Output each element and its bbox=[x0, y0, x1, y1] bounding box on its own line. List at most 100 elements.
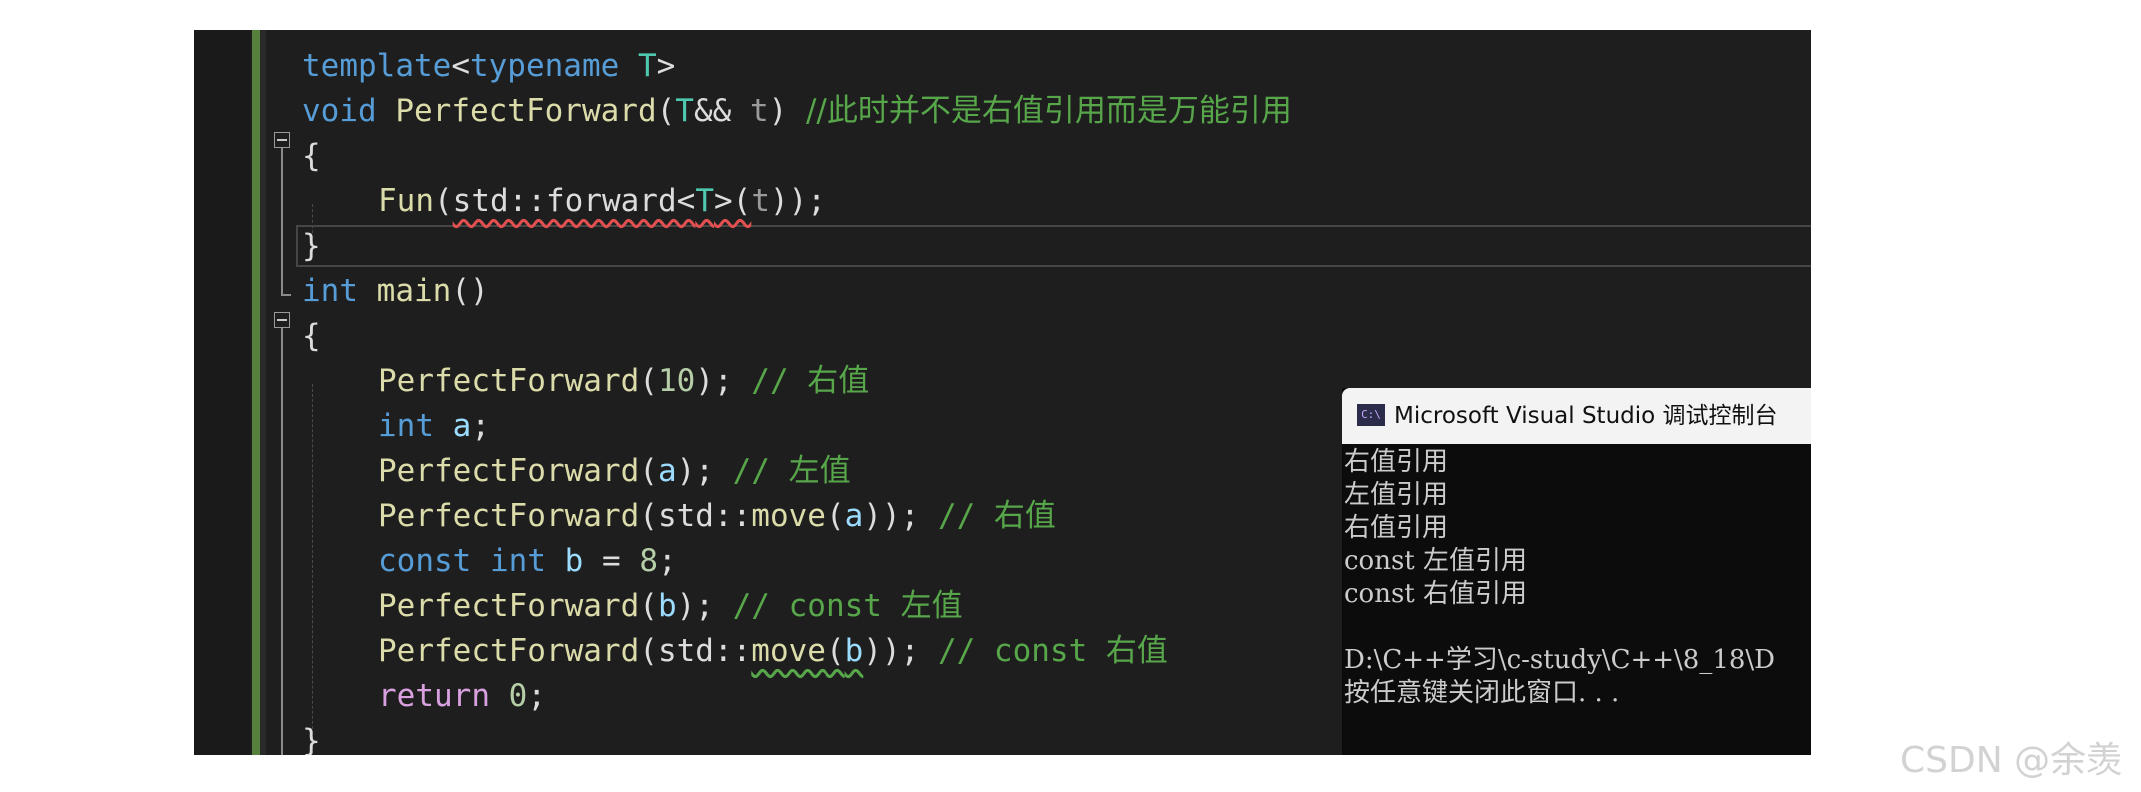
param-token: t bbox=[751, 183, 770, 219]
error-squiggle[interactable]: std::forward<T>( bbox=[453, 183, 752, 219]
comment-token: // 右值 bbox=[751, 363, 870, 399]
code-token: } bbox=[302, 723, 321, 755]
type-token: T bbox=[695, 183, 714, 219]
param-token: t bbox=[749, 93, 769, 129]
code-line-7: { bbox=[302, 314, 321, 359]
keyword-token: int bbox=[490, 543, 546, 579]
code-line-10: PerfectForward(a); // 左值 bbox=[378, 449, 851, 494]
code-line-8: PerfectForward(10); // 右值 bbox=[378, 359, 869, 404]
console-line: 右值引用 bbox=[1344, 513, 1449, 543]
code-token: ( bbox=[639, 363, 658, 399]
keyword-token: int bbox=[378, 408, 434, 444]
keyword-token: template bbox=[302, 48, 452, 84]
vs-console-icon: C:\ bbox=[1357, 404, 1385, 426]
comment-token: // 左值 bbox=[732, 453, 851, 489]
code-line-11: PerfectForward(std::move(a)); // 右值 bbox=[378, 494, 1056, 539]
console-line: D:\C++学习\c-study\C++\8_18\D bbox=[1344, 645, 1776, 675]
variable-token: b bbox=[657, 588, 677, 624]
code-token: ( bbox=[656, 93, 676, 129]
keyword-token: void bbox=[302, 93, 377, 129]
code-token: } bbox=[302, 228, 321, 264]
code-token: > bbox=[656, 48, 676, 84]
console-title: Microsoft Visual Studio 调试控制台 bbox=[1394, 403, 1778, 429]
change-tracking-bar bbox=[252, 30, 260, 755]
code-token: ( bbox=[825, 633, 845, 669]
code-line-6: int main() bbox=[302, 269, 489, 314]
function-token: PerfectForward bbox=[378, 588, 640, 624]
function-token: move bbox=[751, 498, 826, 534]
current-line-highlight bbox=[296, 225, 1811, 267]
code-token: )); bbox=[863, 498, 938, 534]
function-token: PerfectForward bbox=[378, 363, 640, 399]
code-token: () bbox=[451, 273, 489, 309]
code-line-2: void PerfectForward(T&& t) //此时并不是右值引用而是… bbox=[302, 89, 1292, 134]
console-line: const 左值引用 bbox=[1344, 546, 1528, 576]
code-line-4: Fun(std::forward<T>(t)); bbox=[378, 179, 826, 224]
code-token: )); bbox=[769, 183, 826, 219]
code-token: < bbox=[451, 48, 470, 84]
collapse-main-icon[interactable] bbox=[274, 312, 290, 328]
function-token: PerfectForward bbox=[378, 498, 640, 534]
code-token: ; bbox=[527, 678, 546, 714]
code-line-3: { bbox=[302, 134, 321, 179]
fold-guide-line bbox=[281, 148, 283, 296]
editor-gutter bbox=[194, 30, 250, 755]
console-line: 按任意键关闭此窗口. . . bbox=[1344, 678, 1620, 708]
function-token: main bbox=[376, 273, 452, 309]
code-line-14: PerfectForward(std::move(b)); // const 右… bbox=[378, 629, 1168, 674]
number-token: 8 bbox=[639, 543, 659, 579]
keyword-token: typename bbox=[469, 48, 620, 84]
console-output: 右值引用 左值引用 右值引用 const 左值引用 const 右值引用 D:\… bbox=[1344, 446, 1811, 710]
code-token: ); bbox=[676, 453, 733, 489]
debug-console-window[interactable]: C:\ Microsoft Visual Studio 调试控制台 右值引用 左… bbox=[1342, 388, 1811, 755]
code-token: (std:: bbox=[639, 633, 752, 669]
code-token: ; bbox=[658, 543, 677, 579]
variable-token: a bbox=[452, 408, 472, 444]
code-line-16: } bbox=[302, 719, 321, 755]
code-token: ) bbox=[768, 93, 806, 129]
comment-token: // 右值 bbox=[937, 498, 1056, 534]
keyword-token: const bbox=[378, 543, 472, 579]
gutter-separator bbox=[260, 30, 266, 755]
warning-squiggle[interactable]: move(b bbox=[751, 633, 863, 669]
code-token: )); bbox=[863, 633, 938, 669]
code-token: = bbox=[583, 543, 640, 579]
number-token: 0 bbox=[508, 678, 528, 714]
function-token: PerfectForward bbox=[378, 453, 640, 489]
code-line-12: const int b = 8; bbox=[378, 539, 677, 584]
variable-token: b bbox=[564, 543, 584, 579]
code-token: >( bbox=[713, 183, 752, 219]
console-titlebar[interactable]: C:\ Microsoft Visual Studio 调试控制台 bbox=[1342, 388, 1811, 444]
fold-guide-line bbox=[281, 328, 283, 755]
console-line: const 右值引用 bbox=[1344, 579, 1528, 609]
type-token: T bbox=[675, 93, 694, 129]
code-token: ); bbox=[676, 588, 733, 624]
code-token: && bbox=[693, 93, 750, 129]
console-line: 右值引用 bbox=[1344, 447, 1449, 477]
comment-token: //此时并不是右值引用而是万能引用 bbox=[805, 93, 1292, 129]
variable-token: b bbox=[844, 633, 864, 669]
collapse-function-icon[interactable] bbox=[274, 132, 290, 148]
code-token: { bbox=[302, 138, 321, 174]
code-line-9: int a; bbox=[378, 404, 490, 449]
code-token: (std:: bbox=[639, 498, 752, 534]
comment-token: // const 左值 bbox=[732, 588, 963, 624]
console-line: 左值引用 bbox=[1344, 480, 1449, 510]
code-line-5: } bbox=[302, 224, 321, 269]
code-token: { bbox=[302, 318, 321, 354]
function-token: PerfectForward bbox=[395, 93, 657, 129]
code-token: ( bbox=[825, 498, 845, 534]
function-token: move bbox=[751, 633, 826, 669]
code-token: std::forward< bbox=[452, 183, 696, 219]
code-token: ( bbox=[434, 183, 453, 219]
keyword-token: int bbox=[302, 273, 358, 309]
variable-token: a bbox=[844, 498, 864, 534]
